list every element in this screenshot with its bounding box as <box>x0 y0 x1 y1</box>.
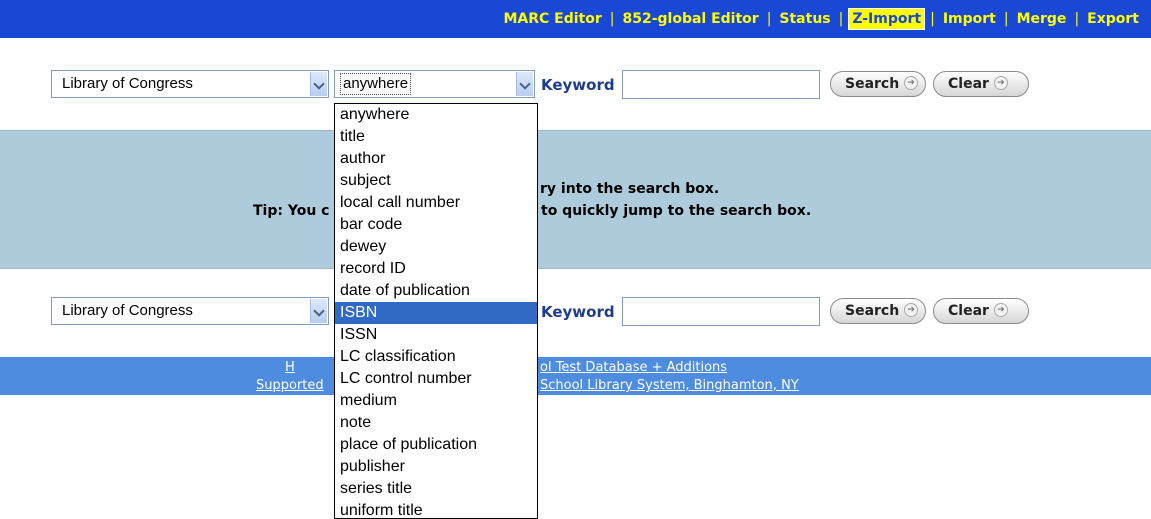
search-button[interactable]: Search ➔ <box>830 298 926 324</box>
chevron-down-icon[interactable] <box>310 72 327 96</box>
arrow-right-icon: ➔ <box>993 76 1008 90</box>
tip-line-2-prefix: Tip: You c <box>253 203 330 219</box>
search-button[interactable]: Search ➔ <box>830 71 926 97</box>
search-button-label: Search <box>845 76 900 92</box>
dropdown-option[interactable]: subject <box>335 170 537 192</box>
source-select[interactable]: Library of Congress <box>51 70 329 98</box>
source-select-value: Library of Congress <box>62 302 193 319</box>
nav-z-import[interactable]: Z-Import <box>848 8 926 30</box>
field-dropdown-list[interactable]: anywhere title author subject local call num… <box>334 103 538 519</box>
nav-separator: | <box>930 11 935 27</box>
tip-line-2: to quickly jump to the search box. <box>541 203 812 219</box>
dropdown-option[interactable]: LC control number <box>335 368 537 390</box>
source-select-value: Library of Congress <box>62 75 193 92</box>
tip-panel: ry into the search box. Tip: You c to qu… <box>0 130 1151 269</box>
nav-import[interactable]: Import <box>941 9 998 29</box>
dropdown-option[interactable]: anywhere <box>335 104 537 126</box>
dropdown-option[interactable]: ISSN <box>335 324 537 346</box>
footer-link-database[interactable]: H <box>285 359 295 377</box>
nav-separator: | <box>609 11 615 27</box>
keyword-label: Keyword <box>541 76 615 94</box>
dropdown-option[interactable]: place of publication <box>335 434 537 456</box>
dropdown-option[interactable]: medium <box>335 390 537 412</box>
dropdown-option[interactable]: uniform title <box>335 500 537 518</box>
nav-marc-editor[interactable]: MARC Editor <box>501 9 603 29</box>
field-select-value: anywhere <box>339 73 412 95</box>
tip-line-1: ry into the search box. <box>540 181 720 197</box>
dropdown-option[interactable]: local call number <box>335 192 537 214</box>
dropdown-option[interactable]: series title <box>335 478 537 500</box>
footer-link-database-tail[interactable]: ol Test Database + Additions <box>540 359 727 377</box>
search-button-label: Search <box>845 303 900 319</box>
keyword-label: Keyword <box>541 303 615 321</box>
chevron-down-icon[interactable] <box>310 299 327 323</box>
clear-button-label: Clear <box>948 76 989 92</box>
footer: H ol Test Database + Additions Supported… <box>0 357 1151 395</box>
chevron-down-icon[interactable] <box>516 72 533 96</box>
arrow-right-icon: ➔ <box>904 76 919 90</box>
footer-link-support[interactable]: Supported <box>256 377 324 395</box>
clear-button[interactable]: Clear ➔ <box>933 298 1029 324</box>
nav-separator: | <box>1074 11 1080 27</box>
footer-link-support-tail[interactable]: School Library System, Binghamton, NY <box>540 377 799 395</box>
field-select[interactable]: anywhere <box>334 70 535 98</box>
dropdown-option[interactable]: LC classification <box>335 346 537 368</box>
dropdown-option[interactable]: title <box>335 126 537 148</box>
dropdown-option[interactable]: ISBN <box>335 302 537 324</box>
dropdown-option[interactable]: date of publication <box>335 280 537 302</box>
clear-button[interactable]: Clear ➔ <box>933 71 1029 97</box>
keyword-input[interactable] <box>622 70 820 99</box>
search-row-top: Library of Congress anywhere Keyword Sea… <box>0 70 1151 102</box>
dropdown-option[interactable]: note <box>335 412 537 434</box>
nav-status[interactable]: Status <box>777 9 832 29</box>
nav-separator: | <box>766 11 772 27</box>
search-row-bottom: Library of Congress Keyword Search ➔ Clea… <box>0 297 1151 329</box>
keyword-input[interactable] <box>622 297 820 326</box>
dropdown-option[interactable]: dewey <box>335 236 537 258</box>
clear-button-label: Clear <box>948 303 989 319</box>
nav-export[interactable]: Export <box>1085 9 1141 29</box>
dropdown-option[interactable]: author <box>335 148 537 170</box>
nav-merge[interactable]: Merge <box>1015 9 1069 29</box>
dropdown-option[interactable]: publisher <box>335 456 537 478</box>
arrow-right-icon: ➔ <box>904 303 919 317</box>
nav-852-global-editor[interactable]: 852-global Editor <box>620 9 760 29</box>
nav-separator: | <box>1003 11 1009 27</box>
arrow-right-icon: ➔ <box>993 303 1008 317</box>
dropdown-option[interactable]: record ID <box>335 258 537 280</box>
source-select[interactable]: Library of Congress <box>51 297 329 325</box>
nav-separator: | <box>838 11 844 27</box>
top-nav-bar: MARC Editor | 852-global Editor | Status | Z-I… <box>0 0 1151 38</box>
dropdown-option[interactable]: bar code <box>335 214 537 236</box>
